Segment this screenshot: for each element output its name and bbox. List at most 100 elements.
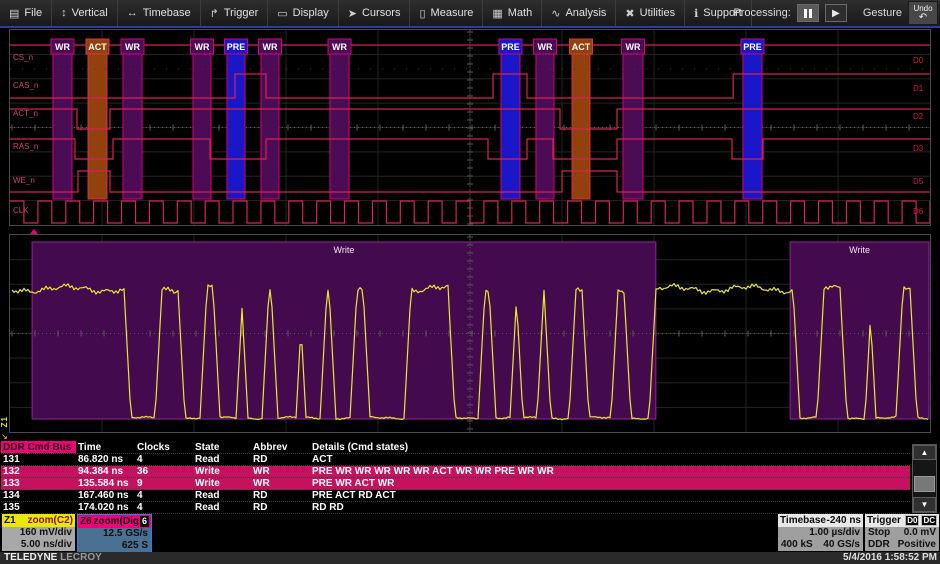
bus-line-label: D1: [913, 84, 924, 93]
menu-item-timebase[interactable]: ↔Timebase: [118, 0, 201, 26]
menu-item-file[interactable]: ▤ File: [0, 0, 52, 26]
table-cell: RD RD: [310, 502, 910, 513]
menubar-separator: [0, 26, 940, 28]
scroll-down-button[interactable]: ▼: [913, 497, 936, 512]
signal-label: ACT_n: [13, 109, 38, 118]
file-icon: ▤: [9, 7, 19, 20]
z1-title: zoom(C2): [27, 514, 73, 527]
cmd-stripe-pre[interactable]: [501, 39, 520, 199]
signal-label: RAS_n: [13, 142, 38, 151]
processing-label: Processing:: [733, 7, 790, 19]
decode-region-write[interactable]: [790, 242, 929, 419]
menu-item-label: Utilities: [640, 7, 675, 19]
cmd-stripe-wr[interactable]: [623, 39, 643, 199]
signal-label: CS_n: [13, 53, 33, 62]
table-row-134[interactable]: 134167.460 ns4ReadRDPRE ACT RD ACT: [1, 490, 910, 502]
cmd-stripe-act[interactable]: [572, 39, 590, 199]
bus-line-label: D2: [913, 112, 924, 121]
z1-descriptor[interactable]: Z1 zoom(C2) 160 mV/div 5.00 ns/div: [2, 514, 75, 551]
cmd-label: WR: [332, 42, 347, 52]
menubar: ▤ File ↕Vertical↔Timebase↱Trigger▭Display➤…: [0, 0, 940, 26]
table-cell: 94.384 ns: [76, 466, 135, 477]
trigger-level-marker[interactable]: [30, 229, 38, 234]
cmd-stripe-wr[interactable]: [330, 39, 349, 199]
menu-item-label: Display: [293, 7, 329, 19]
menu-item-label: File: [24, 7, 42, 19]
signal-label: CLK: [13, 206, 29, 215]
cmd-stripe-wr[interactable]: [536, 39, 554, 199]
support-icon: ℹ: [694, 7, 698, 20]
trigger-slope: Positive: [898, 539, 936, 551]
scroll-up-button[interactable]: ▲: [913, 445, 936, 460]
cmd-label: PRE: [743, 42, 762, 52]
table-row-135[interactable]: 135174.020 ns4ReadRDRD RD: [1, 502, 910, 514]
digital-timing-panel[interactable]: CS_nD0CAS_nD1ACT_nD2RAS_nD3WE_nD5CLKD6WR…: [9, 29, 931, 226]
signal-label: WE_n: [13, 176, 35, 185]
table-header-cell: Time: [76, 441, 135, 453]
utilities-icon: ✖: [625, 7, 634, 20]
datetime: 5/4/2016 1:58:52 PM: [843, 552, 937, 564]
decode-region-write[interactable]: [32, 242, 656, 419]
menu-item-vertical[interactable]: ↕Vertical: [52, 0, 118, 26]
bus-line-label: D3: [913, 144, 924, 153]
pause-button[interactable]: [797, 4, 819, 22]
cmd-stripe-act[interactable]: [88, 39, 107, 199]
menu-item-utilities[interactable]: ✖ Utilities: [616, 0, 685, 26]
timebase-samples: 400 kS: [781, 539, 813, 551]
table-cell: Read: [193, 454, 251, 465]
menu-item-math[interactable]: ▦Math: [483, 0, 542, 26]
menu-item-cursors[interactable]: ➤Cursors: [339, 0, 411, 26]
analysis-icon: ∿: [551, 7, 560, 20]
cmd-stripe-wr[interactable]: [193, 39, 211, 199]
cmd-label: WR: [125, 42, 140, 52]
play-icon: ▶: [832, 8, 840, 19]
menu-item-label: Math: [508, 7, 532, 19]
scrollbar-thumb[interactable]: [914, 476, 935, 492]
play-button[interactable]: ▶: [825, 4, 847, 22]
signal-clk: [10, 201, 930, 223]
table-cell: 135: [1, 502, 76, 513]
timebase-offset: -240 ns: [827, 514, 861, 527]
table-cell: Write: [193, 478, 251, 489]
cmd-label: WR: [262, 42, 277, 52]
table-row-131[interactable]: 13186.820 ns4ReadRDACT: [1, 454, 910, 466]
table-scrollbar[interactable]: ▲ ▼: [912, 444, 937, 513]
cmd-stripe-wr[interactable]: [261, 39, 279, 199]
cmd-label: ACT: [572, 42, 591, 52]
table-cell: 131: [1, 454, 76, 465]
cmd-label: WR: [195, 42, 210, 52]
table-cell: WR: [251, 466, 310, 477]
table-row-132[interactable]: 13294.384 ns36WriteWRPRE WR WR WR WR WR …: [1, 466, 910, 478]
menu-item-label: Vertical: [72, 7, 108, 19]
pause-icon: [804, 9, 807, 18]
oscilloscope-screen: ▤ File ↕Vertical↔Timebase↱Trigger▭Display➤…: [0, 0, 940, 564]
trigger-type: DDR: [868, 539, 890, 551]
table-row-133[interactable]: 133135.584 ns9WriteWRPRE WR ACT WR: [1, 478, 910, 490]
trigger-coupling-badge: DC: [921, 515, 937, 526]
menu-item-measure[interactable]: ▯Measure: [410, 0, 483, 26]
z1-trace-marker: Z1: [0, 416, 9, 427]
cmd-stripe-pre[interactable]: [227, 39, 245, 199]
analog-zoom-panel[interactable]: WriteWrite: [9, 234, 931, 433]
cmd-stripe-pre[interactable]: [743, 39, 762, 199]
trigger-badges: D0DC: [903, 514, 937, 527]
z1-hdiv: 5.00 ns/div: [5, 539, 72, 551]
menu-item-trigger[interactable]: ↱Trigger: [201, 0, 269, 26]
z6-descriptor[interactable]: Z6 zoom(Dig6 12.5 GS/s 625 S: [77, 514, 152, 553]
cmd-stripe-wr[interactable]: [53, 39, 72, 199]
gesture-label: Gesture: [863, 7, 902, 19]
cmd-label: WR: [625, 42, 640, 52]
cmd-label: PRE: [227, 42, 246, 52]
timebase-panel[interactable]: Timebase -240 ns 1.00 µs/div 400 kS 40 G…: [778, 514, 863, 551]
menu-item-display[interactable]: ▭Display: [268, 0, 338, 26]
cmd-stripe-wr[interactable]: [123, 39, 142, 199]
menu-item-analysis[interactable]: ∿Analysis: [542, 0, 616, 26]
undo-button[interactable]: Undo ↶: [908, 1, 938, 25]
table-cell: 36: [135, 466, 193, 477]
table-cell: WR: [251, 478, 310, 489]
z1-id: Z1: [4, 514, 16, 527]
timebase-label: Timebase: [780, 514, 826, 527]
table-cell: 134: [1, 490, 76, 501]
trigger-panel[interactable]: Trigger D0DC Stop 0.0 mV DDR Positive: [865, 514, 939, 551]
table-cell: PRE WR WR WR WR WR ACT WR WR PRE WR WR: [310, 466, 910, 477]
